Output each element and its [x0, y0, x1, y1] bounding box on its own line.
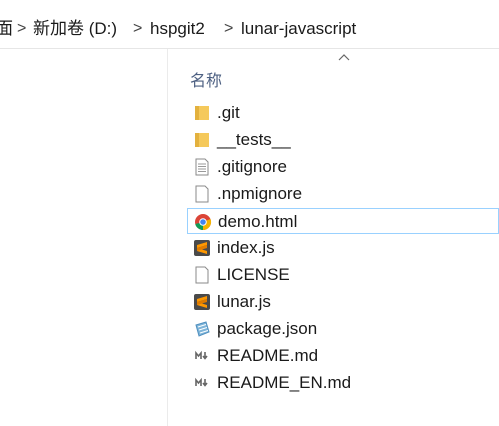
file-name: README.md — [217, 346, 319, 365]
file-row-package-json[interactable]: package.json — [187, 316, 499, 342]
file-name: index.js — [217, 238, 275, 257]
breadcrumb-item-hspgit2[interactable]: hspgit2 — [150, 19, 205, 39]
file-name: README_EN.md — [217, 373, 352, 392]
markdown-icon — [195, 377, 208, 387]
file-row-demo-html[interactable]: demo.html — [187, 208, 499, 234]
column-header-name[interactable]: 名称 — [190, 67, 222, 91]
file-row-gitignore[interactable]: .gitignore — [187, 154, 499, 180]
text-file-icon — [195, 158, 209, 176]
chrome-icon — [195, 214, 212, 231]
navigation-pane[interactable] — [0, 49, 168, 426]
json-file-icon — [195, 321, 210, 337]
file-name: lunar.js — [217, 292, 271, 311]
file-row-lunar-js[interactable]: lunar.js — [187, 289, 499, 315]
file-name: LICENSE — [217, 265, 290, 284]
column-header[interactable]: 名称 — [168, 49, 499, 95]
file-name: package.json — [217, 319, 318, 338]
markdown-icon — [195, 350, 208, 360]
file-name: __tests__ — [217, 130, 291, 149]
breadcrumb-separator[interactable]: > — [17, 19, 26, 39]
breadcrumb-item-lunar-javascript[interactable]: lunar-javascript — [241, 19, 356, 39]
file-row-license[interactable]: LICENSE — [187, 262, 499, 288]
sublime-icon — [194, 294, 210, 310]
folder-icon — [195, 133, 209, 147]
file-name: .gitignore — [217, 157, 287, 176]
breadcrumb-item-drive[interactable]: 新加卷 (D:) — [33, 19, 117, 39]
file-row-npmignore[interactable]: .npmignore — [187, 181, 499, 207]
file-row-git[interactable]: .git — [187, 100, 499, 126]
file-row-index-js[interactable]: index.js — [187, 235, 499, 261]
folder-icon — [195, 106, 209, 120]
breadcrumb-separator[interactable]: > — [133, 19, 142, 39]
blank-file-icon — [195, 185, 209, 203]
sublime-icon — [194, 240, 210, 256]
breadcrumb-item-desktop[interactable]: 面 — [0, 19, 13, 39]
file-row-tests[interactable]: __tests__ — [187, 127, 499, 153]
breadcrumb-separator[interactable]: > — [224, 19, 233, 39]
file-name: .git — [217, 103, 240, 122]
file-row-readme-md[interactable]: README.md — [187, 343, 499, 369]
blank-file-icon — [195, 266, 209, 284]
file-row-readme-en-md[interactable]: README_EN.md — [187, 370, 499, 396]
file-name: demo.html — [218, 212, 298, 231]
file-name: .npmignore — [217, 184, 303, 203]
sort-ascending-icon — [338, 54, 350, 61]
address-bar[interactable]: 面 > 新加卷 (D:) > hspgit2 > lunar-javascrip… — [0, 0, 499, 49]
